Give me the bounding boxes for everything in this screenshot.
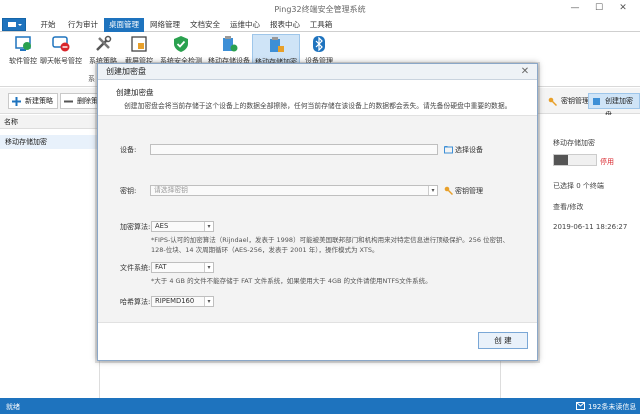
policy-name: 移动存储加密 bbox=[553, 139, 595, 147]
create-disk-toolbar-button[interactable]: 创建加密盘 bbox=[588, 93, 640, 119]
dialog-header: 创建加密盘 创建加密盘会将当前存储于这个设备上的数据全部擦除，任何当前存储在该设… bbox=[98, 80, 537, 116]
policy-list-panel: 名称 移动存储加密 bbox=[0, 115, 100, 398]
dialog-title-bar: 创建加密盘 ✕ bbox=[98, 64, 537, 80]
key-select[interactable]: 请选择密钥 ▾ bbox=[150, 185, 438, 196]
hash-value: RIPEMD160 bbox=[155, 297, 195, 305]
hash-select[interactable]: RIPEMD160 ▾ bbox=[151, 296, 214, 307]
menu-bar: 开始 行为审计 桌面管理 网络管理 文档安全 运维中心 报表中心 工具箱 bbox=[0, 18, 640, 32]
menu-item-desktop-manage[interactable]: 桌面管理 bbox=[104, 18, 144, 32]
menu-item-network-manage[interactable]: 网络管理 bbox=[146, 18, 184, 32]
new-policy-label: 新建策略 bbox=[25, 97, 53, 105]
create-button[interactable]: 创 建 bbox=[478, 332, 528, 349]
new-policy-button[interactable]: 新建策略 bbox=[8, 93, 58, 109]
envelope-icon bbox=[576, 402, 585, 410]
key-manage-toolbar-button[interactable]: 密钥管理 bbox=[544, 93, 594, 109]
device-field[interactable] bbox=[150, 144, 438, 155]
software-control-icon bbox=[15, 36, 31, 51]
chat-account-icon bbox=[52, 36, 70, 52]
algorithm-note-line1: *FIPS-认可的加密算法（Rijndael，发表于 1998）可能被美国联邦部… bbox=[151, 236, 510, 244]
minimize-button[interactable]: — bbox=[564, 1, 586, 15]
app-menu-icon bbox=[8, 22, 22, 27]
dialog-description: 创建加密盘会将当前存储于这个设备上的数据全部擦除，任何当前存储在该设备上的数据都… bbox=[124, 102, 512, 110]
key-manage-toolbar-label: 密钥管理 bbox=[561, 97, 589, 105]
chevron-down-icon: ▾ bbox=[204, 222, 213, 231]
menu-item-ops-center[interactable]: 运维中心 bbox=[226, 18, 264, 32]
shield-check-icon bbox=[174, 36, 188, 52]
key-icon bbox=[444, 186, 453, 195]
key-icon bbox=[548, 97, 557, 106]
algorithm-label: 加密算法: bbox=[120, 223, 151, 231]
app-menu-button[interactable] bbox=[2, 18, 26, 31]
chevron-down-icon: ▾ bbox=[428, 186, 437, 195]
dialog-close-icon[interactable]: ✕ bbox=[519, 66, 531, 78]
disk-icon bbox=[593, 98, 600, 105]
ribbon-label: 聊天帐号管控 bbox=[40, 57, 82, 65]
filesystem-note: *大于 4 GB 的文件不能存储于 FAT 文件系统，如果使用大于 4GB 的文… bbox=[151, 277, 432, 285]
status-bar: 就绪 192条未读信息 bbox=[0, 398, 640, 414]
view-edit-link[interactable]: 查看/修改 bbox=[553, 202, 583, 212]
menu-item-doc-security[interactable]: 文档安全 bbox=[186, 18, 224, 32]
modified-datetime: 2019-06-11 18:26:27 bbox=[553, 223, 628, 231]
filesystem-value: FAT bbox=[155, 263, 167, 271]
dialog-body: 设备: 选择设备 密钥: 请选择密钥 ▾ 密钥管理 加密算法: AES ▾ *F… bbox=[98, 116, 537, 322]
maximize-button[interactable]: ☐ bbox=[588, 1, 610, 15]
menu-item-start[interactable]: 开始 bbox=[34, 18, 62, 32]
key-label: 密钥: bbox=[120, 187, 137, 195]
device-label: 设备: bbox=[120, 146, 137, 154]
minus-icon bbox=[64, 100, 73, 103]
key-manage-label: 密钥管理 bbox=[455, 187, 483, 195]
tools-icon bbox=[96, 35, 112, 51]
status-badge: 停用 bbox=[600, 158, 614, 166]
select-device-button[interactable]: 选择设备 bbox=[444, 145, 483, 155]
plus-icon bbox=[12, 97, 21, 106]
menu-item-behavior-audit[interactable]: 行为审计 bbox=[64, 18, 102, 32]
filesystem-label: 文件系统: bbox=[120, 264, 151, 272]
window-title: Ping32终端安全管理系统 bbox=[274, 5, 366, 14]
unread-messages[interactable]: 192条未读信息 bbox=[588, 402, 636, 412]
usb-lock-icon bbox=[270, 37, 284, 52]
hash-label: 哈希算法: bbox=[120, 298, 151, 306]
chevron-down-icon: ▾ bbox=[204, 297, 213, 306]
screenshot-icon bbox=[131, 36, 147, 52]
status-text: 就绪 bbox=[6, 403, 20, 411]
list-item[interactable]: 移动存储加密 bbox=[0, 135, 100, 149]
chevron-down-icon: ▾ bbox=[204, 263, 213, 272]
close-button[interactable]: ✕ bbox=[612, 1, 634, 15]
title-bar: Ping32终端安全管理系统 — ☐ ✕ bbox=[0, 0, 640, 18]
select-device-label: 选择设备 bbox=[455, 146, 483, 154]
usb-device-icon bbox=[223, 36, 238, 52]
dialog-footer: 创 建 bbox=[98, 322, 537, 360]
selected-terminals: 已选择 0 个终端 bbox=[553, 182, 604, 190]
key-manage-button[interactable]: 密钥管理 bbox=[444, 186, 483, 196]
ribbon-chat-account-control[interactable]: 聊天帐号管控 bbox=[38, 34, 84, 68]
column-header-name: 名称 bbox=[0, 115, 100, 129]
bluetooth-icon bbox=[313, 36, 325, 52]
key-select-placeholder: 请选择密钥 bbox=[154, 186, 188, 194]
algorithm-value: AES bbox=[155, 222, 169, 230]
algorithm-select[interactable]: AES ▾ bbox=[151, 221, 214, 232]
dialog-title: 创建加密盘 bbox=[106, 67, 146, 76]
dialog-heading: 创建加密盘 bbox=[116, 88, 154, 97]
status-toggle[interactable] bbox=[553, 154, 597, 166]
algorithm-note-line2: 128-位块、14 次周期循环（AES-256，发表于 2001 年），操作模式… bbox=[151, 246, 379, 254]
folder-icon bbox=[444, 146, 453, 154]
menu-item-report-center[interactable]: 报表中心 bbox=[266, 18, 304, 32]
create-encrypted-disk-dialog: 创建加密盘 ✕ 创建加密盘 创建加密盘会将当前存储于这个设备上的数据全部擦除，任… bbox=[97, 63, 538, 361]
ribbon-group-label: 系 bbox=[88, 75, 95, 83]
menu-item-toolbox[interactable]: 工具箱 bbox=[304, 18, 338, 32]
filesystem-select[interactable]: FAT ▾ bbox=[151, 262, 214, 273]
